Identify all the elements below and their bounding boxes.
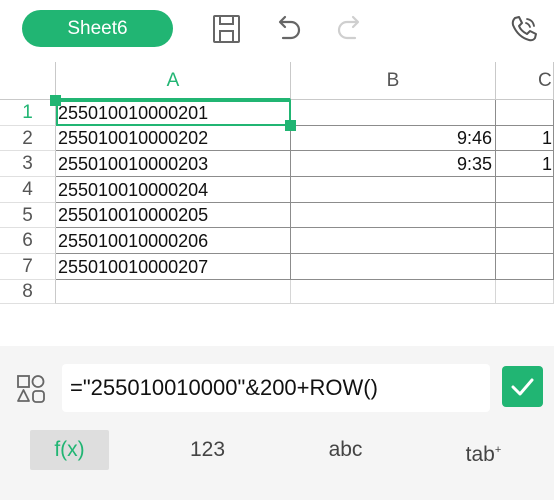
cell-c8[interactable] [496,280,554,304]
shapes-icon[interactable] [16,374,46,409]
cell-b1[interactable] [291,100,496,126]
cell-c5[interactable] [496,203,554,228]
redo-icon[interactable] [333,12,367,46]
tab-numeric[interactable]: 123 [168,430,247,470]
cell-b7[interactable] [291,254,496,280]
row-header-6[interactable]: 6 [0,228,56,254]
tab-alphabetic[interactable]: abc [306,430,385,470]
spreadsheet-grid[interactable]: A B C 1 2 3 4 5 6 7 8 255010010000201 25… [0,62,554,344]
row-header-8[interactable]: 8 [0,280,56,304]
sheet-tab[interactable]: Sheet6 [22,10,173,47]
cell-b3[interactable]: 9:35 [291,151,496,177]
row-header-5[interactable]: 5 [0,203,56,228]
cell-c6[interactable] [496,228,554,254]
cell-a1[interactable]: 255010010000201 [56,100,291,126]
undo-icon[interactable] [271,12,305,46]
cell-a6[interactable]: 255010010000206 [56,228,291,254]
cell-a8[interactable] [56,280,291,304]
cell-b4[interactable] [291,177,496,203]
selection-handle-bottom-right[interactable] [285,120,296,131]
row-header-2[interactable]: 2 [0,126,56,151]
save-icon[interactable] [210,12,244,46]
cell-c2[interactable]: 1 [496,126,554,151]
cell-c3[interactable]: 1 [496,151,554,177]
check-icon [511,378,534,396]
cell-b2[interactable]: 9:46 [291,126,496,151]
tab-key-label: tab [465,443,495,466]
formula-input[interactable]: ="255010010000"&200+ROW() [62,364,490,412]
cell-b8[interactable] [291,280,496,304]
cell-b6[interactable] [291,228,496,254]
select-all-corner[interactable] [0,62,56,100]
cell-a2[interactable]: 255010010000202 [56,126,291,151]
plus-icon: + [494,444,502,456]
formula-bar: ="255010010000"&200+ROW() [0,346,554,430]
tab-function[interactable]: f(x) [30,430,109,470]
cell-b5[interactable] [291,203,496,228]
top-toolbar: Sheet6 [0,0,554,60]
cell-c7[interactable] [496,254,554,280]
cell-c1[interactable] [496,100,554,126]
row-header-4[interactable]: 4 [0,177,56,203]
phone-icon[interactable] [507,12,541,46]
column-header-a[interactable]: A [56,62,291,100]
cell-c4[interactable] [496,177,554,203]
column-header-b[interactable]: B [291,62,496,100]
column-header-c[interactable]: C [496,62,554,100]
cell-a7[interactable]: 255010010000207 [56,254,291,280]
row-header-3[interactable]: 3 [0,151,56,177]
selection-handle-top-left[interactable] [50,95,61,106]
row-header-7[interactable]: 7 [0,254,56,280]
row-header-1[interactable]: 1 [0,100,56,126]
cell-a5[interactable]: 255010010000205 [56,203,291,228]
confirm-button[interactable] [502,366,543,407]
cell-a3[interactable]: 255010010000203 [56,151,291,177]
cell-a4[interactable]: 255010010000204 [56,177,291,203]
tab-tab-key[interactable]: tab+ [444,430,523,470]
keyboard-mode-bar: f(x) 123 abc tab+ [0,430,554,500]
